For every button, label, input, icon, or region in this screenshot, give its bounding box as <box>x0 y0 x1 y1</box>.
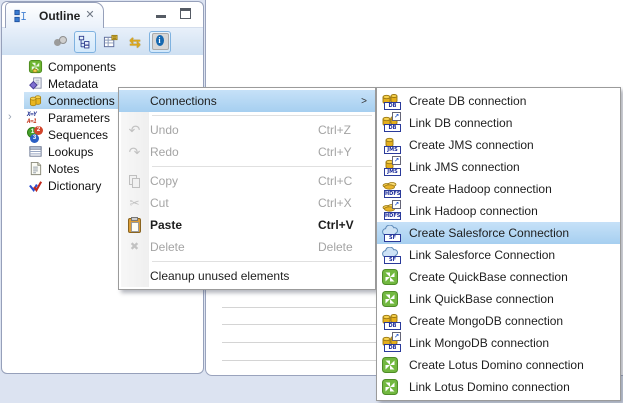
menu-separator <box>152 166 372 167</box>
connections-submenu: DB Create DB connection DB Link DB conne… <box>376 87 621 401</box>
delete-icon <box>130 240 139 254</box>
link-with-editor-button[interactable] <box>49 31 71 53</box>
redo-icon <box>129 145 141 159</box>
submenu-item-create-mongodb[interactable]: DB Create MongoDB connection <box>377 310 620 332</box>
tab-outline[interactable]: Outline <box>5 2 104 28</box>
dictionary-icon <box>27 178 43 194</box>
submenu-item-create-db[interactable]: DB Create DB connection <box>377 90 620 112</box>
menu-item-delete[interactable]: Delete Delete <box>119 236 375 258</box>
menu-item-cleanup-unused-elements[interactable]: Cleanup unused elements <box>119 265 375 287</box>
view-menu-button[interactable] <box>174 31 196 53</box>
notes-icon <box>27 161 43 177</box>
window-controls <box>153 6 193 21</box>
link-arrow-icon <box>392 156 401 165</box>
swap-arrows-icon <box>129 35 141 49</box>
expander-icon[interactable] <box>8 110 12 124</box>
link-arrow-icon <box>392 112 401 121</box>
copy-icon <box>129 175 141 188</box>
salesforce-link-connection-icon: SF <box>382 246 401 264</box>
menu-separator <box>152 261 372 262</box>
link-with-editor-icon <box>53 35 67 48</box>
submenu-arrow-icon <box>315 96 370 107</box>
tree-item-components[interactable]: Components <box>2 58 203 75</box>
submenu-item-link-salesforce[interactable]: SF Link Salesforce Connection <box>377 244 620 266</box>
submenu-item-create-lotus-domino[interactable]: Create Lotus Domino connection <box>377 354 620 376</box>
tab-bar: Outline <box>2 2 203 27</box>
table-mode-button[interactable] <box>99 31 121 53</box>
quickbase-connection-icon <box>382 268 401 286</box>
menu-item-copy[interactable]: Copy Ctrl+C <box>119 170 375 192</box>
submenu-item-link-lotus-domino[interactable]: Link Lotus Domino connection <box>377 376 620 398</box>
tree-mode-button[interactable] <box>74 31 96 53</box>
view-toolbar <box>2 27 203 55</box>
sync-swap-button[interactable] <box>124 31 146 53</box>
table-mode-icon <box>103 34 118 49</box>
cut-icon <box>129 196 139 210</box>
submenu-item-link-jms[interactable]: JMS Link JMS connection <box>377 156 620 178</box>
menu-item-connections[interactable]: Connections <box>119 90 375 112</box>
db-connection-icon: DB <box>382 92 401 110</box>
connections-icon <box>27 93 43 109</box>
lotus-domino-link-connection-icon <box>382 378 401 396</box>
salesforce-connection-icon: SF <box>382 224 401 242</box>
outline-tree-icon <box>13 8 29 24</box>
menu-item-cut[interactable]: Cut Ctrl+X <box>119 192 375 214</box>
context-menu: Connections Undo Ctrl+Z Redo Ctrl+Y Copy… <box>118 87 376 290</box>
jms-connection-icon: JMS <box>382 136 401 154</box>
submenu-item-link-mongodb[interactable]: DB Link MongoDB connection <box>377 332 620 354</box>
workbench: Outline Comp <box>0 0 623 403</box>
link-arrow-icon <box>392 200 401 209</box>
submenu-item-link-hadoop[interactable]: HDFS Link Hadoop connection <box>377 200 620 222</box>
parameters-icon: X=YA=1 <box>27 110 43 126</box>
menu-item-undo[interactable]: Undo Ctrl+Z <box>119 119 375 141</box>
quickbase-link-connection-icon <box>382 290 401 308</box>
submenu-item-create-jms[interactable]: JMS Create JMS connection <box>377 134 620 156</box>
tree-mode-icon <box>78 35 92 49</box>
hadoop-link-connection-icon: HDFS <box>382 202 401 220</box>
undo-icon <box>129 123 141 137</box>
link-arrow-icon <box>392 332 401 341</box>
components-icon <box>27 59 43 75</box>
lookups-icon <box>27 144 43 160</box>
close-icon[interactable] <box>85 10 94 21</box>
paste-icon <box>128 218 141 233</box>
db-link-connection-icon: DB <box>382 114 401 132</box>
submenu-item-link-db[interactable]: DB Link DB connection <box>377 112 620 134</box>
jms-link-connection-icon: JMS <box>382 158 401 176</box>
maximize-icon[interactable] <box>177 6 193 21</box>
sequences-icon: 1 2 3 <box>27 127 43 143</box>
menu-item-redo[interactable]: Redo Ctrl+Y <box>119 141 375 163</box>
menu-separator <box>152 115 372 116</box>
lotus-domino-connection-icon <box>382 356 401 374</box>
menu-item-paste[interactable]: Paste Ctrl+V <box>119 214 375 236</box>
minimize-icon[interactable] <box>153 6 169 21</box>
submenu-item-create-salesforce[interactable]: SF Create Salesforce Connection <box>377 222 620 244</box>
info-toggle-button[interactable] <box>149 31 171 53</box>
mongodb-link-connection-icon: DB <box>382 334 401 352</box>
submenu-item-create-hadoop[interactable]: HDFS Create Hadoop connection <box>377 178 620 200</box>
metadata-icon <box>27 76 43 92</box>
mongodb-connection-icon: DB <box>382 312 401 330</box>
info-icon <box>152 33 169 50</box>
submenu-item-create-quickbase[interactable]: Create QuickBase connection <box>377 266 620 288</box>
hadoop-connection-icon: HDFS <box>382 180 401 198</box>
submenu-item-link-quickbase[interactable]: Link QuickBase connection <box>377 288 620 310</box>
tab-label: Outline <box>39 9 80 23</box>
